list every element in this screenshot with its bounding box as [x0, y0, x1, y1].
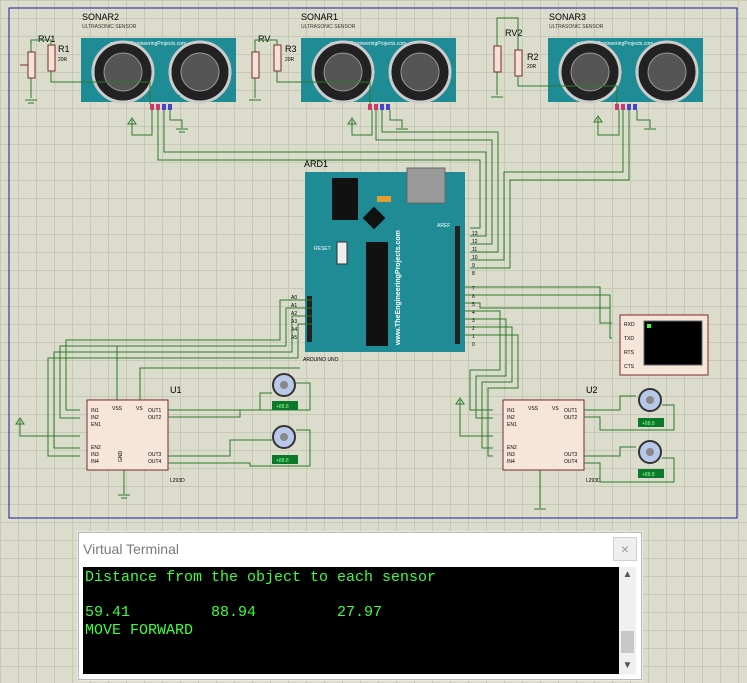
- term-pin-rxd: RXD: [624, 322, 635, 328]
- terminal-title: Virtual Terminal: [83, 541, 179, 557]
- close-icon: ×: [620, 541, 630, 557]
- sonar3-resistor[interactable]: [514, 49, 523, 77]
- sonar3-pot[interactable]: [493, 45, 502, 73]
- svg-text:IN2: IN2: [91, 415, 99, 421]
- sonar3-res-value: 20R: [527, 64, 537, 70]
- close-button[interactable]: ×: [613, 537, 637, 561]
- terminal-titlebar[interactable]: Virtual Terminal ×: [79, 533, 641, 565]
- svg-text:IN1: IN1: [507, 408, 515, 414]
- svg-text:OUT1: OUT1: [564, 408, 578, 414]
- sonar2-subtitle: ULTRASONIC SENSOR: [82, 24, 137, 30]
- u1-part: L293D: [170, 478, 185, 484]
- terminal-line: Distance from the object to each sensor: [85, 569, 437, 586]
- term-pin-cts: CTS: [624, 364, 635, 370]
- svg-text:VSS: VSS: [112, 406, 123, 412]
- sonar1-subtitle: ULTRASONIC SENSOR: [301, 24, 356, 30]
- svg-text:EN2: EN2: [507, 445, 517, 451]
- svg-text:IN4: IN4: [91, 459, 99, 465]
- sonar2-res-value: 20R: [58, 57, 68, 63]
- svg-text:IN3: IN3: [91, 452, 99, 458]
- svg-text:OUT3: OUT3: [148, 452, 162, 458]
- terminal-scrollbar[interactable]: ▲ ▼: [619, 567, 636, 674]
- sonar1-res-ref: R3: [285, 44, 297, 54]
- sonar3-ref: SONAR3: [549, 12, 586, 22]
- svg-text:IN2: IN2: [507, 415, 515, 421]
- arduino-uno[interactable]: ARD1 www.TheEngineeringProjects.com AREF…: [303, 159, 465, 363]
- sonar1-pot-ref: RV: [258, 34, 270, 44]
- atmega-chip: [366, 242, 388, 346]
- sonar3-res-ref: R2: [527, 52, 539, 62]
- sonar1-group[interactable]: SONAR1 ULTRASONIC SENSOR www.TheEngineer…: [249, 12, 456, 136]
- sonar2-ref: SONAR2: [82, 12, 119, 22]
- svg-text:IN3: IN3: [507, 452, 515, 458]
- arduino-reset-label: RESET: [314, 246, 331, 252]
- pin-d8: 8: [472, 271, 475, 277]
- term-pin-txd: TXD: [624, 336, 634, 342]
- u1-ref: U1: [170, 385, 182, 395]
- svg-text:OUT4: OUT4: [564, 459, 578, 465]
- sonar1-res-value: 20R: [285, 57, 295, 63]
- pin-d12: 12: [472, 239, 478, 245]
- sonar3-pot-ref: RV2: [505, 28, 522, 38]
- sonar1-pot[interactable]: [251, 51, 260, 79]
- term-pin-rts: RTS: [624, 350, 635, 356]
- svg-text:IN1: IN1: [91, 408, 99, 414]
- motor-2-value: +88.8: [276, 458, 289, 464]
- svg-text:VS: VS: [552, 406, 559, 412]
- svg-text:EN1: EN1: [507, 422, 517, 428]
- svg-text:VSS: VSS: [528, 406, 539, 412]
- sonar2-group[interactable]: SONAR2 ULTRASONIC SENSOR www.TheEngineer…: [20, 12, 236, 136]
- virtual-terminal-window[interactable]: Virtual Terminal × Distance from the obj…: [78, 532, 642, 680]
- digital-pin-labels: 13 12 11 10 9 8 7 6 5 4 3 2 1 0: [472, 231, 478, 348]
- sonar1-ref: SONAR1: [301, 12, 338, 22]
- pin-d0: 0: [472, 342, 475, 348]
- terminal-screen[interactable]: Distance from the object to each sensor …: [83, 567, 619, 674]
- svg-text:VS: VS: [136, 406, 143, 412]
- arduino-aref-label: AREF: [437, 223, 450, 229]
- svg-text:IN4: IN4: [507, 459, 515, 465]
- scroll-thumb[interactable]: [621, 631, 634, 653]
- motor-2[interactable]: +88.8: [272, 425, 298, 464]
- pin-d10: 10: [472, 255, 478, 261]
- motor-3[interactable]: +88.8: [638, 388, 664, 427]
- scroll-up-icon[interactable]: ▲: [619, 567, 636, 583]
- motor-4[interactable]: +88.8: [638, 440, 664, 478]
- terminal-line: 59.41 88.94 27.97: [85, 604, 383, 621]
- arduino-usb-jack: [406, 167, 446, 204]
- svg-text:OUT3: OUT3: [564, 452, 578, 458]
- sonar2-pot[interactable]: [27, 51, 36, 79]
- u2-ref: U2: [586, 385, 598, 395]
- arduino-brand: www.TheEngineeringProjects.com: [395, 230, 402, 346]
- svg-text:EN1: EN1: [91, 422, 101, 428]
- motor-4-value: +88.8: [642, 472, 655, 478]
- sonar2-resistor[interactable]: [47, 44, 56, 72]
- sonar2-res-ref: R1: [58, 44, 70, 54]
- svg-text:OUT2: OUT2: [148, 415, 162, 421]
- sonar1-resistor[interactable]: [273, 44, 282, 72]
- pin-d11: 11: [472, 247, 477, 253]
- arduino-ref: ARD1: [304, 159, 328, 169]
- motor-1-value: +88.8: [276, 404, 289, 410]
- sonar3-group[interactable]: SONAR3 ULTRASONIC SENSOR www.TheEngineer…: [491, 12, 703, 136]
- u2-part: L293D: [586, 478, 601, 484]
- pin-d9: 9: [472, 263, 475, 269]
- sonar2-pot-ref: RV1: [38, 34, 55, 44]
- motor-3-value: +88.8: [642, 421, 655, 427]
- arduino-power-jack: [332, 178, 358, 220]
- virtual-terminal-component[interactable]: RXD TXD RTS CTS: [619, 314, 709, 376]
- terminal-line: MOVE FORWARD: [85, 622, 194, 639]
- svg-text:GND: GND: [118, 451, 124, 463]
- sonar3-subtitle: ULTRASONIC SENSOR: [549, 24, 604, 30]
- svg-text:EN2: EN2: [91, 445, 101, 451]
- svg-text:OUT4: OUT4: [148, 459, 162, 465]
- motor-1[interactable]: +88.8: [272, 373, 298, 410]
- scroll-down-icon[interactable]: ▼: [619, 658, 636, 674]
- pin-d13: 13: [472, 231, 478, 237]
- arduino-name: ARDUINO UNO: [303, 357, 339, 363]
- svg-text:OUT2: OUT2: [564, 415, 578, 421]
- svg-text:OUT1: OUT1: [148, 408, 162, 414]
